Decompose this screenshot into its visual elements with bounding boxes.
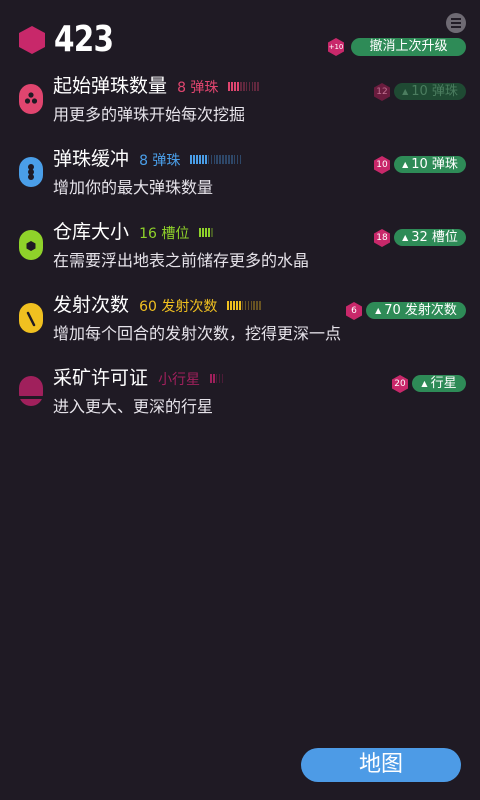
upgrade-current-value: 60 发射次数 (139, 299, 218, 315)
upgrade-button-label: 行星 (430, 376, 457, 391)
upgrade-row-launch-count: 发射次数 60 发射次数 增加每个回合的发射次数，挖得更深一点 6 ▲ 70 发射… (0, 292, 480, 352)
upgrade-description: 进入更大、更深的行星 (53, 397, 214, 416)
upgrade-cost: 10 (376, 160, 388, 170)
arrow-up-icon: ▲ (402, 87, 409, 96)
upgrade-title-text: 发射次数 (53, 294, 130, 316)
launch-arrow-icon (19, 303, 43, 333)
upgrade-cost: 6 (351, 306, 357, 316)
upgrade-button-label: 32 槽位 (411, 230, 458, 245)
gem-icon (19, 26, 45, 54)
upgrade-button-label: 10 弹珠 (411, 84, 458, 99)
arrow-up-icon: ▲ (402, 160, 409, 169)
upgrade-buy-button[interactable]: ▲ 70 发射次数 (366, 302, 466, 319)
upgrade-row-mining-license: 采矿许可证 小行星 进入更大、更深的行星 20 ▲ 行星 (0, 365, 480, 425)
upgrade-button-label: 70 发射次数 (384, 303, 457, 318)
upgrade-current-value: 8 弹珠 (177, 80, 219, 96)
upgrade-description: 增加你的最大弹珠数量 (53, 178, 214, 197)
planet-icon (19, 376, 43, 406)
arrow-up-icon: ▲ (421, 379, 428, 388)
upgrade-buy-button[interactable]: ▲ 行星 (412, 375, 466, 392)
menu-button[interactable] (446, 13, 466, 33)
upgrade-title-text: 采矿许可证 (53, 367, 149, 389)
upgrade-level-bar (227, 300, 262, 311)
upgrade-title: 发射次数 60 发射次数 (53, 292, 262, 320)
arrow-up-icon: ▲ (402, 233, 409, 242)
gem-count: 423 (54, 19, 114, 60)
undo-cost: +10 (328, 43, 344, 51)
upgrade-current-value: 8 弹珠 (139, 153, 181, 169)
map-button[interactable]: 地图 (301, 748, 461, 782)
upgrade-title-text: 仓库大小 (53, 221, 130, 243)
marble-stack-icon (19, 157, 43, 187)
upgrade-title-text: 起始弹珠数量 (53, 75, 168, 97)
upgrade-description: 在需要浮出地表之前储存更多的水晶 (53, 251, 310, 270)
upgrade-cost: 20 (394, 379, 406, 389)
upgrade-level-bar (228, 81, 260, 92)
upgrade-cost: 12 (376, 87, 388, 97)
upgrade-current-value: 小行星 (158, 372, 201, 388)
upgrade-buy-button[interactable]: ▲ 10 弹珠 (394, 156, 466, 173)
upgrade-description: 用更多的弹珠开始每次挖掘 (53, 105, 246, 124)
upgrade-title: 仓库大小 16 槽位 (53, 219, 214, 247)
upgrade-buy-button[interactable]: ▲ 10 弹珠 (394, 83, 466, 100)
upgrade-level-bar (190, 154, 242, 165)
storage-hex-icon (19, 230, 43, 260)
menu-icon (451, 17, 461, 29)
marble-cluster-icon (19, 84, 43, 114)
upgrade-title: 采矿许可证 小行星 (53, 365, 225, 393)
upgrade-row-marble-buffer: 弹珠缓冲 8 弹珠 增加你的最大弹珠数量 10 ▲ 10 弹珠 (0, 146, 480, 206)
upgrade-row-starting-marbles: 起始弹珠数量 8 弹珠 用更多的弹珠开始每次挖掘 12 ▲ 10 弹珠 (0, 73, 480, 133)
arrow-up-icon: ▲ (375, 306, 382, 315)
upgrade-level-bar (199, 227, 213, 238)
upgrade-cost: 18 (376, 233, 388, 243)
upgrade-row-storage-size: 仓库大小 16 槽位 在需要浮出地表之前储存更多的水晶 18 ▲ 32 槽位 (0, 219, 480, 279)
upgrade-button-label: 10 弹珠 (411, 157, 458, 172)
undo-upgrade-button[interactable]: 撤消上次升级 (351, 38, 466, 56)
upgrade-title: 弹珠缓冲 8 弹珠 (53, 146, 243, 174)
upgrade-title: 起始弹珠数量 8 弹珠 (53, 73, 260, 101)
upgrade-level-bar (210, 373, 224, 384)
upgrade-buy-button[interactable]: ▲ 32 槽位 (394, 229, 466, 246)
upgrade-description: 增加每个回合的发射次数，挖得更深一点 (53, 324, 342, 343)
upgrade-title-text: 弹珠缓冲 (53, 148, 130, 170)
upgrade-current-value: 16 槽位 (139, 226, 190, 242)
